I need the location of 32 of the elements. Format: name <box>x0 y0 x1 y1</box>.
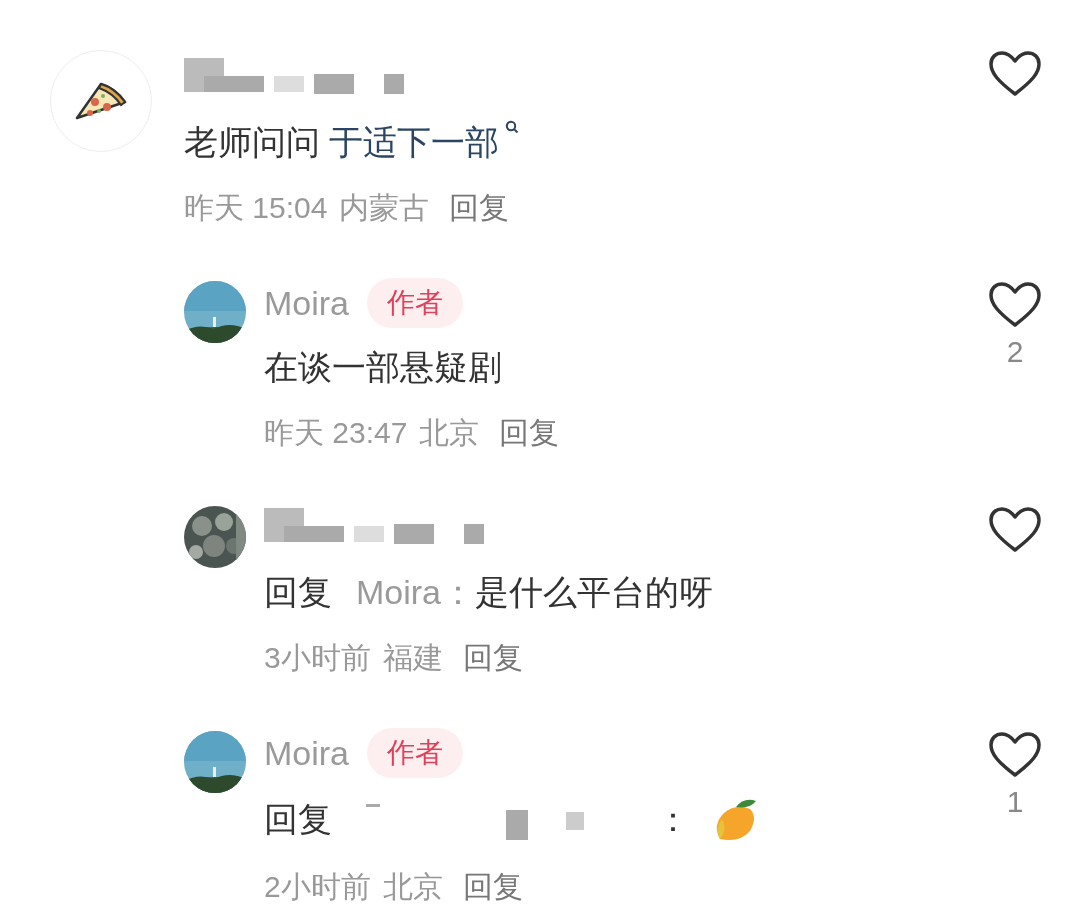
comment-text: 老师问问 <box>184 122 321 163</box>
author-badge: 作者 <box>367 278 464 328</box>
timestamp: 昨天 15:04 <box>184 190 328 226</box>
heart-icon[interactable] <box>988 506 1042 554</box>
location: 福建 <box>382 640 443 676</box>
location: 内蒙古 <box>339 190 430 226</box>
timestamp: 2小时前 <box>264 869 371 905</box>
topic-link[interactable]: 于适下一部 <box>329 120 520 166</box>
timestamp: 昨天 23:47 <box>264 415 408 451</box>
reply-button[interactable]: 回复 <box>462 867 523 908</box>
pizza-icon <box>73 80 129 122</box>
heart-icon[interactable] <box>988 50 1042 98</box>
comment-text: 在谈一部悬疑剧 <box>264 347 502 388</box>
username[interactable]: Moira <box>264 283 350 323</box>
heart-icon[interactable] <box>988 281 1042 329</box>
colon: ： <box>656 799 690 840</box>
reply-button[interactable]: 回复 <box>499 413 560 454</box>
username[interactable]: Moira <box>264 733 350 773</box>
location: 北京 <box>382 869 443 905</box>
heart-icon[interactable] <box>988 731 1042 779</box>
location: 北京 <box>419 415 480 451</box>
timestamp: 3小时前 <box>264 640 371 676</box>
reply-button[interactable]: 回复 <box>449 188 510 229</box>
like-count: 1 <box>1006 785 1024 819</box>
comment-text: 是什么平台的呀 <box>475 572 714 613</box>
reply-button[interactable]: 回复 <box>462 638 523 679</box>
author-badge: 作者 <box>367 728 464 778</box>
mention-link[interactable]: Moira： <box>356 570 476 616</box>
reply-label: 回复 <box>264 572 332 613</box>
like-count: 2 <box>1006 335 1024 369</box>
reply-label: 回复 <box>264 799 332 840</box>
search-icon <box>505 120 520 136</box>
